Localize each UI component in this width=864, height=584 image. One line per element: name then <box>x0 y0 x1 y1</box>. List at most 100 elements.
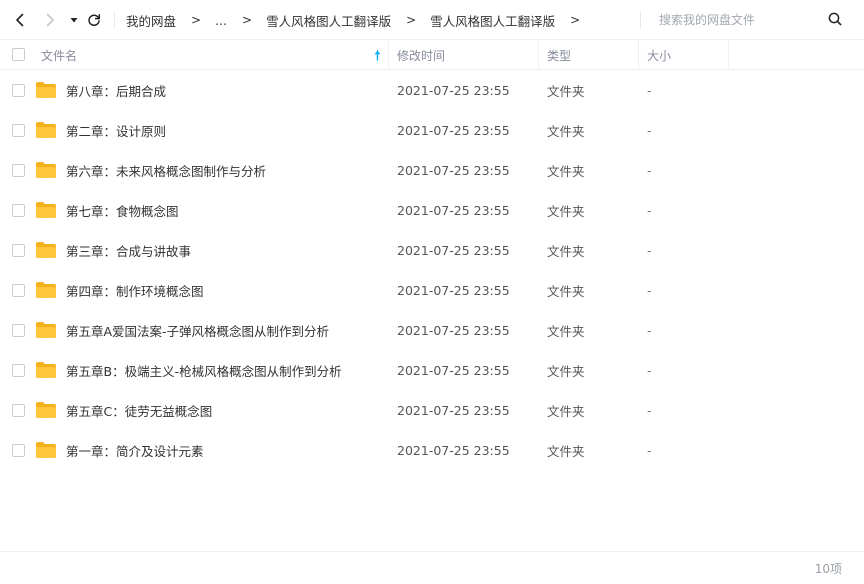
file-mtime: 2021-07-25 23:55 <box>397 162 510 178</box>
table-row[interactable]: 第一章：简介及设计元素 2021-07-25 23:55 文件夹 - <box>0 430 864 470</box>
file-type: 文件夹 <box>547 123 585 139</box>
chevron-right-icon <box>46 13 54 27</box>
file-name[interactable]: 第五章A爱国法案-子弹风格概念图从制作到分析 <box>66 310 329 350</box>
file-size: - <box>647 442 652 458</box>
refresh-button[interactable] <box>84 10 104 30</box>
file-mtime: 2021-07-25 23:55 <box>397 282 510 298</box>
row-checkbox[interactable] <box>12 164 25 177</box>
file-size: - <box>647 402 652 418</box>
sort-ascending-icon[interactable] <box>373 50 382 61</box>
file-name[interactable]: 第七章：食物概念图 <box>66 190 179 230</box>
file-name[interactable]: 第二章：设计原则 <box>66 110 166 150</box>
column-header-size-label: 大小 <box>647 48 672 63</box>
refresh-icon <box>88 14 101 27</box>
folder-icon <box>36 282 56 298</box>
row-checkbox[interactable] <box>12 284 25 297</box>
breadcrumb-item-parent[interactable]: 雪人风格图人工翻译版 <box>266 11 391 30</box>
file-name[interactable]: 第八章：后期合成 <box>66 70 166 110</box>
column-header-name[interactable]: 文件名 <box>41 40 77 70</box>
table-row[interactable]: 第五章A爱国法案-子弹风格概念图从制作到分析 2021-07-25 23:55 … <box>0 310 864 350</box>
file-size: - <box>647 122 652 138</box>
breadcrumb-separator: > <box>242 13 253 27</box>
row-checkbox[interactable] <box>12 444 25 457</box>
file-type: 文件夹 <box>547 83 585 99</box>
toolbar-divider <box>114 11 115 29</box>
column-divider[interactable] <box>728 40 729 70</box>
history-dropdown-button[interactable] <box>64 10 84 30</box>
file-type: 文件夹 <box>547 163 585 179</box>
table-header: 文件名 修改时间 类型 大小 <box>0 40 864 70</box>
row-checkbox[interactable] <box>12 324 25 337</box>
file-name[interactable]: 第一章：简介及设计元素 <box>66 430 204 470</box>
back-button[interactable] <box>10 10 30 30</box>
file-mtime: 2021-07-25 23:55 <box>397 402 510 418</box>
file-mtime: 2021-07-25 23:55 <box>397 122 510 138</box>
breadcrumb-item-ellipsis[interactable]: ... <box>215 13 227 28</box>
row-checkbox[interactable] <box>12 364 25 377</box>
file-mtime: 2021-07-25 23:55 <box>397 322 510 338</box>
table-row[interactable]: 第七章：食物概念图 2021-07-25 23:55 文件夹 - <box>0 190 864 230</box>
row-checkbox[interactable] <box>12 84 25 97</box>
table-row[interactable]: 第五章C：徒劳无益概念图 2021-07-25 23:55 文件夹 - <box>0 390 864 430</box>
table-row[interactable]: 第八章：后期合成 2021-07-25 23:55 文件夹 - <box>0 70 864 110</box>
column-divider[interactable] <box>388 40 389 70</box>
file-size: - <box>647 322 652 338</box>
file-size: - <box>647 202 652 218</box>
file-name[interactable]: 第六章：未来风格概念图制作与分析 <box>66 150 266 190</box>
column-divider[interactable] <box>638 40 639 70</box>
column-header-mtime-label: 修改时间 <box>397 48 446 63</box>
table-row[interactable]: 第六章：未来风格概念图制作与分析 2021-07-25 23:55 文件夹 - <box>0 150 864 190</box>
file-type: 文件夹 <box>547 403 585 419</box>
search-icon[interactable] <box>828 12 842 26</box>
select-all-checkbox[interactable] <box>12 48 25 61</box>
folder-icon <box>36 362 56 378</box>
file-type: 文件夹 <box>547 243 585 259</box>
column-divider[interactable] <box>538 40 539 70</box>
table-row[interactable]: 第五章B：极端主义-枪械风格概念图从制作到分析 2021-07-25 23:55… <box>0 350 864 390</box>
breadcrumb-item-current[interactable]: 雪人风格图人工翻译版 <box>430 11 555 30</box>
file-size: - <box>647 242 652 258</box>
file-mtime: 2021-07-25 23:55 <box>397 362 510 378</box>
table-row[interactable]: 第三章：合成与讲故事 2021-07-25 23:55 文件夹 - <box>0 230 864 270</box>
column-header-mtime[interactable]: 修改时间 <box>397 40 445 70</box>
breadcrumb-separator: > <box>191 13 202 27</box>
file-name[interactable]: 第五章B：极端主义-枪械风格概念图从制作到分析 <box>66 350 342 390</box>
file-type: 文件夹 <box>547 363 585 379</box>
row-checkbox[interactable] <box>12 404 25 417</box>
file-name[interactable]: 第五章C：徒劳无益概念图 <box>66 390 212 430</box>
column-header-size[interactable]: 大小 <box>647 40 671 70</box>
column-header-type[interactable]: 类型 <box>547 40 571 70</box>
caret-down-icon <box>70 18 78 23</box>
row-checkbox[interactable] <box>12 124 25 137</box>
file-type: 文件夹 <box>547 203 585 219</box>
folder-icon <box>36 242 56 258</box>
breadcrumb: 我的网盘 > ... > 雪人风格图人工翻译版 > 雪人风格图人工翻译版 > <box>126 0 594 40</box>
column-header-type-label: 类型 <box>547 48 572 63</box>
breadcrumb-separator: > <box>406 13 417 27</box>
search-input[interactable] <box>659 13 829 27</box>
chevron-left-icon <box>16 13 24 27</box>
table-row[interactable]: 第二章：设计原则 2021-07-25 23:55 文件夹 - <box>0 110 864 150</box>
file-size: - <box>647 282 652 298</box>
item-count: 10项 <box>814 562 842 576</box>
folder-icon <box>36 122 56 138</box>
breadcrumb-item-root[interactable]: 我的网盘 <box>126 11 176 30</box>
file-size: - <box>647 362 652 378</box>
status-bar: 10项 <box>0 551 864 584</box>
search-box <box>641 0 864 40</box>
folder-icon <box>36 442 56 458</box>
forward-button[interactable] <box>40 10 60 30</box>
row-checkbox[interactable] <box>12 204 25 217</box>
file-name[interactable]: 第三章：合成与讲故事 <box>66 230 191 270</box>
table-row[interactable]: 第四章：制作环境概念图 2021-07-25 23:55 文件夹 - <box>0 270 864 310</box>
folder-icon <box>36 322 56 338</box>
file-name[interactable]: 第四章：制作环境概念图 <box>66 270 204 310</box>
breadcrumb-separator: > <box>570 13 581 27</box>
folder-icon <box>36 402 56 418</box>
column-header-name-label: 文件名 <box>41 48 78 63</box>
file-type: 文件夹 <box>547 443 585 459</box>
row-checkbox[interactable] <box>12 244 25 257</box>
folder-icon <box>36 202 56 218</box>
folder-icon <box>36 82 56 98</box>
file-type: 文件夹 <box>547 283 585 299</box>
